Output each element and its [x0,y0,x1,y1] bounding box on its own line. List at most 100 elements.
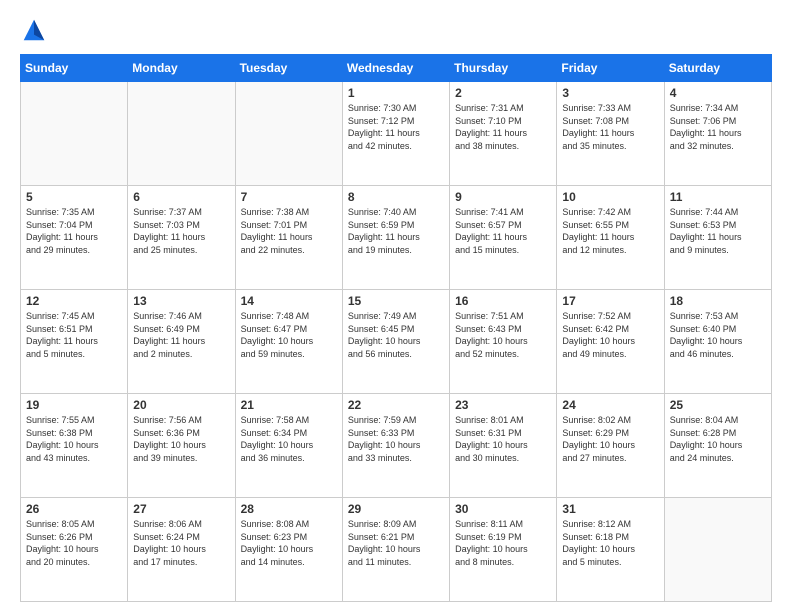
calendar-week-5: 26Sunrise: 8:05 AM Sunset: 6:26 PM Dayli… [21,498,772,602]
page: SundayMondayTuesdayWednesdayThursdayFrid… [0,0,792,612]
day-info: Sunrise: 8:01 AM Sunset: 6:31 PM Dayligh… [455,414,551,464]
day-number: 30 [455,502,551,516]
calendar-cell: 12 Sunrise: 7:45 AM Sunset: 6:51 PM Dayli… [21,290,128,394]
day-info: Sunrise: 7:51 AM Sunset: 6:43 PM Dayligh… [455,310,551,360]
day-info: Sunrise: 8:06 AM Sunset: 6:24 PM Dayligh… [133,518,229,568]
calendar-cell: 8 Sunrise: 7:40 AM Sunset: 6:59 PM Daylig… [342,186,449,290]
day-info: Sunrise: 8:02 AM Sunset: 6:29 PM Dayligh… [562,414,658,464]
calendar-cell: 10Sunrise: 7:42 AM Sunset: 6:55 PM Dayli… [557,186,664,290]
calendar-week-1: 1Sunrise: 7:30 AM Sunset: 7:12 PM Daylig… [21,82,772,186]
calendar-cell: 30 Sunrise: 8:11 AM Sunset: 6:19 PM Dayli… [450,498,557,602]
calendar-header-wednesday: Wednesday [342,55,449,82]
day-number: 6 [133,190,229,204]
calendar-cell: 22 Sunrise: 7:59 AM Sunset: 6:33 PM Dayli… [342,394,449,498]
calendar-cell: 31 Sunrise: 8:12 AM Sunset: 6:18 PM Dayli… [557,498,664,602]
calendar-cell: 26Sunrise: 8:05 AM Sunset: 6:26 PM Dayli… [21,498,128,602]
calendar-cell: 2 Sunrise: 7:31 AM Sunset: 7:10 PM Daylig… [450,82,557,186]
calendar-cell: 6 Sunrise: 7:37 AM Sunset: 7:03 PM Daylig… [128,186,235,290]
calendar-cell: 13 Sunrise: 7:46 AM Sunset: 6:49 PM Dayli… [128,290,235,394]
day-number: 19 [26,398,122,412]
calendar-table: SundayMondayTuesdayWednesdayThursdayFrid… [20,54,772,602]
calendar-cell: 19 Sunrise: 7:55 AM Sunset: 6:38 PM Dayli… [21,394,128,498]
calendar-week-4: 19 Sunrise: 7:55 AM Sunset: 6:38 PM Dayli… [21,394,772,498]
day-info: Sunrise: 7:44 AM Sunset: 6:53 PM Dayligh… [670,206,766,256]
day-number: 29 [348,502,444,516]
day-info: Sunrise: 7:46 AM Sunset: 6:49 PM Dayligh… [133,310,229,360]
calendar-cell [235,82,342,186]
day-info: Sunrise: 7:49 AM Sunset: 6:45 PM Dayligh… [348,310,444,360]
logo-icon [20,16,48,44]
day-number: 1 [348,86,444,100]
calendar-cell: 14 Sunrise: 7:48 AM Sunset: 6:47 PM Dayli… [235,290,342,394]
day-number: 23 [455,398,551,412]
header [20,16,772,44]
day-info: Sunrise: 7:53 AM Sunset: 6:40 PM Dayligh… [670,310,766,360]
day-info: Sunrise: 7:40 AM Sunset: 6:59 PM Dayligh… [348,206,444,256]
calendar-cell: 27 Sunrise: 8:06 AM Sunset: 6:24 PM Dayli… [128,498,235,602]
day-number: 22 [348,398,444,412]
calendar-cell: 16Sunrise: 7:51 AM Sunset: 6:43 PM Dayli… [450,290,557,394]
day-info: Sunrise: 8:04 AM Sunset: 6:28 PM Dayligh… [670,414,766,464]
calendar-cell [128,82,235,186]
day-info: Sunrise: 7:41 AM Sunset: 6:57 PM Dayligh… [455,206,551,256]
day-info: Sunrise: 7:59 AM Sunset: 6:33 PM Dayligh… [348,414,444,464]
day-info: Sunrise: 7:48 AM Sunset: 6:47 PM Dayligh… [241,310,337,360]
calendar-cell [664,498,771,602]
day-number: 3 [562,86,658,100]
day-number: 31 [562,502,658,516]
calendar-header-sunday: Sunday [21,55,128,82]
calendar-cell: 18 Sunrise: 7:53 AM Sunset: 6:40 PM Dayli… [664,290,771,394]
day-number: 15 [348,294,444,308]
calendar-cell: 21 Sunrise: 7:58 AM Sunset: 6:34 PM Dayli… [235,394,342,498]
calendar-cell: 28 Sunrise: 8:08 AM Sunset: 6:23 PM Dayli… [235,498,342,602]
day-info: Sunrise: 7:42 AM Sunset: 6:55 PM Dayligh… [562,206,658,256]
day-info: Sunrise: 7:35 AM Sunset: 7:04 PM Dayligh… [26,206,122,256]
day-info: Sunrise: 8:11 AM Sunset: 6:19 PM Dayligh… [455,518,551,568]
day-info: Sunrise: 7:58 AM Sunset: 6:34 PM Dayligh… [241,414,337,464]
day-info: Sunrise: 7:56 AM Sunset: 6:36 PM Dayligh… [133,414,229,464]
day-number: 9 [455,190,551,204]
day-number: 12 [26,294,122,308]
day-number: 4 [670,86,766,100]
day-number: 26 [26,502,122,516]
day-number: 24 [562,398,658,412]
calendar-header-thursday: Thursday [450,55,557,82]
day-info: Sunrise: 7:45 AM Sunset: 6:51 PM Dayligh… [26,310,122,360]
calendar-header-row: SundayMondayTuesdayWednesdayThursdayFrid… [21,55,772,82]
day-info: Sunrise: 7:37 AM Sunset: 7:03 PM Dayligh… [133,206,229,256]
day-info: Sunrise: 8:08 AM Sunset: 6:23 PM Dayligh… [241,518,337,568]
day-info: Sunrise: 7:34 AM Sunset: 7:06 PM Dayligh… [670,102,766,152]
calendar-header-friday: Friday [557,55,664,82]
calendar-cell: 29 Sunrise: 8:09 AM Sunset: 6:21 PM Dayli… [342,498,449,602]
day-number: 14 [241,294,337,308]
day-number: 2 [455,86,551,100]
calendar-cell: 25 Sunrise: 8:04 AM Sunset: 6:28 PM Dayli… [664,394,771,498]
day-info: Sunrise: 7:55 AM Sunset: 6:38 PM Dayligh… [26,414,122,464]
calendar-cell: 20 Sunrise: 7:56 AM Sunset: 6:36 PM Dayli… [128,394,235,498]
day-info: Sunrise: 8:12 AM Sunset: 6:18 PM Dayligh… [562,518,658,568]
day-number: 21 [241,398,337,412]
calendar-week-2: 5 Sunrise: 7:35 AM Sunset: 7:04 PM Daylig… [21,186,772,290]
calendar-cell: 24 Sunrise: 8:02 AM Sunset: 6:29 PM Dayli… [557,394,664,498]
calendar-cell: 17 Sunrise: 7:52 AM Sunset: 6:42 PM Dayli… [557,290,664,394]
day-number: 13 [133,294,229,308]
day-info: Sunrise: 8:09 AM Sunset: 6:21 PM Dayligh… [348,518,444,568]
day-number: 27 [133,502,229,516]
day-info: Sunrise: 7:31 AM Sunset: 7:10 PM Dayligh… [455,102,551,152]
day-number: 17 [562,294,658,308]
calendar-cell [21,82,128,186]
day-number: 8 [348,190,444,204]
day-number: 18 [670,294,766,308]
calendar-cell: 15 Sunrise: 7:49 AM Sunset: 6:45 PM Dayli… [342,290,449,394]
day-number: 5 [26,190,122,204]
calendar-cell: 7Sunrise: 7:38 AM Sunset: 7:01 PM Daylig… [235,186,342,290]
day-number: 28 [241,502,337,516]
day-info: Sunrise: 7:33 AM Sunset: 7:08 PM Dayligh… [562,102,658,152]
day-number: 25 [670,398,766,412]
day-number: 20 [133,398,229,412]
calendar-header-tuesday: Tuesday [235,55,342,82]
day-number: 11 [670,190,766,204]
calendar-header-saturday: Saturday [664,55,771,82]
calendar-cell: 1Sunrise: 7:30 AM Sunset: 7:12 PM Daylig… [342,82,449,186]
day-info: Sunrise: 7:52 AM Sunset: 6:42 PM Dayligh… [562,310,658,360]
